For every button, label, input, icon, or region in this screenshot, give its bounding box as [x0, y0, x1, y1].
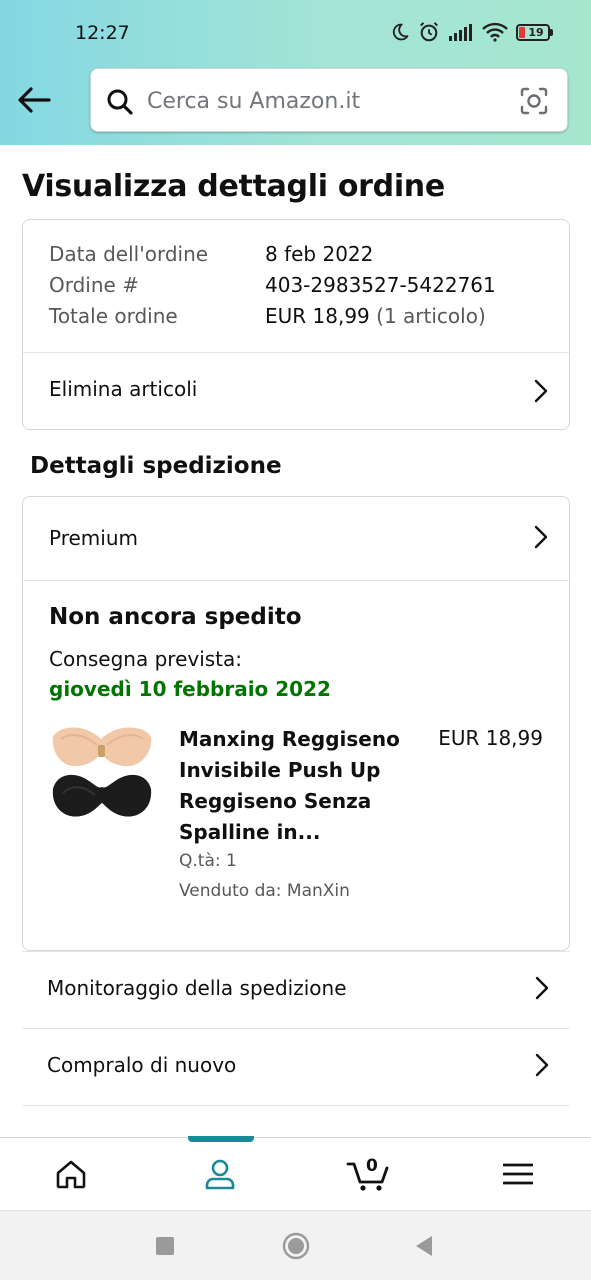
product-price: EUR 18,99 [438, 726, 543, 750]
battery-level: 19 [528, 25, 544, 39]
home-circle-icon[interactable] [282, 1232, 310, 1264]
status-time: 12:27 [75, 22, 130, 44]
account-icon [205, 1159, 235, 1190]
moon-icon [390, 22, 410, 42]
back-triangle-icon[interactable] [414, 1234, 434, 1262]
chevron-right-icon [534, 1053, 550, 1081]
search-input[interactable] [147, 83, 507, 119]
shipping-method-row[interactable]: Premium [23, 497, 569, 580]
divider [22, 1105, 570, 1115]
product-quantity: Q.tà: 1 [179, 851, 237, 871]
top-app-bar: 12:27 19 [0, 0, 591, 145]
delivery-date: giovedì 10 febbraio 2022 [49, 677, 331, 701]
delete-items-label: Elimina articoli [49, 377, 198, 401]
camera-scan-icon[interactable] [519, 86, 549, 120]
recents-icon[interactable] [155, 1236, 175, 1260]
signal-icon [448, 23, 474, 41]
arrow-left-icon [18, 87, 51, 113]
product-seller: Venduto da: ManXin [179, 881, 350, 901]
delete-items-row[interactable]: Elimina articoli [23, 353, 569, 429]
system-navigation-bar [0, 1210, 591, 1280]
chevron-right-icon [533, 525, 549, 553]
order-total-label: Totale ordine [49, 304, 178, 328]
nav-account[interactable] [170, 1138, 270, 1210]
chevron-right-icon [534, 976, 550, 1004]
order-number-label: Ordine # [49, 273, 139, 297]
divider [23, 580, 569, 581]
back-button[interactable] [14, 82, 54, 118]
shipping-section-title: Dettagli spedizione [30, 453, 282, 479]
delivery-label: Consegna prevista: [49, 647, 243, 671]
chevron-right-icon [533, 379, 549, 407]
cart-count: 0 [366, 1156, 378, 1176]
menu-icon [503, 1163, 533, 1185]
product-image[interactable] [49, 723, 155, 827]
track-shipment-row[interactable]: Monitoraggio della spedizione [22, 951, 570, 1028]
order-number-value: 403-2983527-5422761 [265, 273, 496, 297]
search-bar[interactable] [90, 68, 568, 132]
alarm-icon [418, 21, 440, 43]
nav-home[interactable] [21, 1138, 121, 1210]
status-bar: 12:27 19 [0, 0, 591, 66]
product-title-link[interactable]: Manxing Reggiseno Invisibile Push Up Reg… [179, 724, 419, 848]
page-title: Visualizza dettagli ordine [22, 169, 445, 204]
search-icon [106, 88, 134, 120]
home-icon [56, 1160, 86, 1189]
nav-menu[interactable] [468, 1138, 568, 1210]
wifi-icon [482, 22, 508, 42]
battery-icon: 19 [516, 23, 553, 41]
buy-again-label: Compralo di nuovo [47, 1053, 237, 1077]
track-shipment-label: Monitoraggio della spedizione [47, 976, 347, 1000]
shipping-card: Premium Non ancora spedito Consegna prev… [22, 496, 570, 951]
buy-again-row[interactable]: Compralo di nuovo [22, 1028, 570, 1105]
order-date-label: Data dell'ordine [49, 242, 209, 266]
order-summary-card: Data dell'ordine 8 feb 2022 Ordine # 403… [22, 219, 570, 430]
bottom-navigation: 0 [0, 1136, 591, 1210]
order-total-items: (1 articolo) [376, 304, 486, 328]
order-total-value: EUR 18,99 (1 articolo) [265, 304, 486, 328]
shipment-status: Non ancora spedito [49, 604, 302, 630]
status-icons: 19 [390, 21, 553, 43]
shipping-method-label: Premium [49, 526, 138, 550]
order-date-value: 8 feb 2022 [265, 242, 374, 266]
order-total-amount: EUR 18,99 [265, 304, 370, 328]
